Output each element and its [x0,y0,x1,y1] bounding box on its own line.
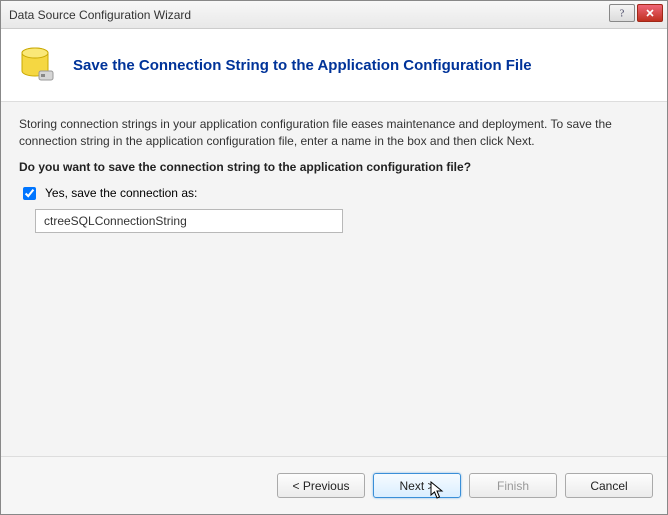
save-connection-checkbox[interactable] [23,187,36,200]
database-icon [17,45,57,85]
finish-button[interactable]: Finish [469,473,557,498]
checkbox-label: Yes, save the connection as: [45,186,197,200]
svg-text:?: ? [620,9,625,19]
save-connection-checkbox-row: Yes, save the connection as: [19,184,649,203]
connection-name-input[interactable] [35,209,343,233]
close-button[interactable] [637,4,663,22]
description-text: Storing connection strings in your appli… [19,116,649,150]
help-button[interactable]: ? [609,4,635,22]
close-icon [645,8,655,18]
cancel-button[interactable]: Cancel [565,473,653,498]
window-title: Data Source Configuration Wizard [9,8,191,22]
next-button[interactable]: Next > [373,473,461,498]
previous-button[interactable]: < Previous [277,473,365,498]
titlebar-buttons: ? [607,4,663,22]
content-area: Storing connection strings in your appli… [1,101,667,457]
titlebar: Data Source Configuration Wizard ? [1,1,667,29]
wizard-footer: < Previous Next > Finish Cancel [1,457,667,514]
page-title: Save the Connection String to the Applic… [73,57,532,74]
help-icon: ? [617,8,627,18]
question-text: Do you want to save the connection strin… [19,160,649,174]
wizard-header: Save the Connection String to the Applic… [1,29,667,101]
